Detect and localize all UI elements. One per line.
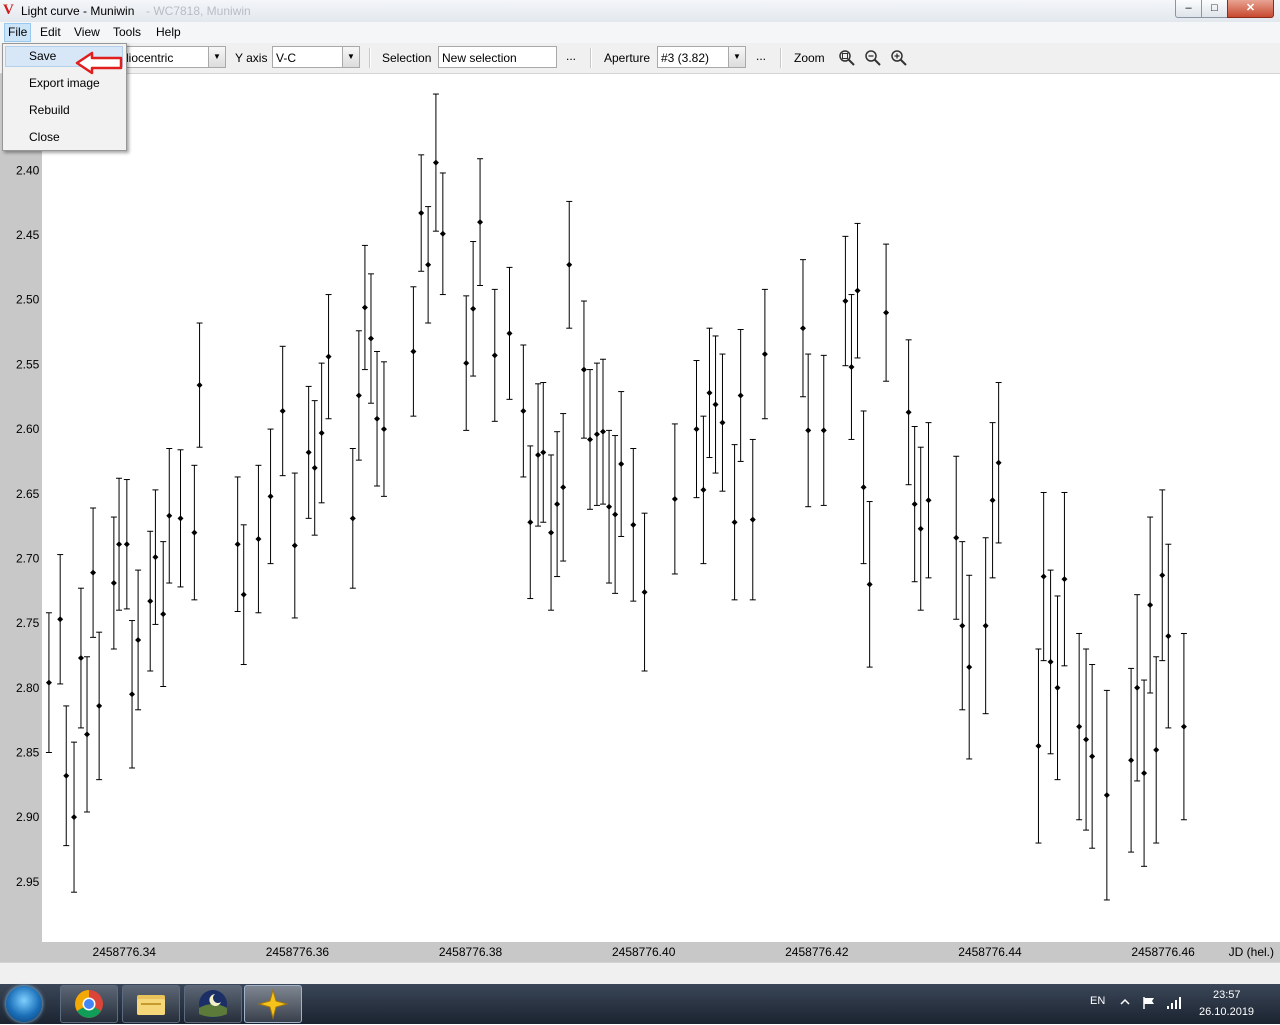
menu-file[interactable]: File [4, 23, 32, 42]
aperture-select[interactable]: #3 (3.82) ▼ [657, 46, 746, 68]
taskbar: EN 23:57 26.10.2019 [0, 984, 1280, 1024]
menu-item-save[interactable]: Save [29, 49, 56, 63]
status-bar [0, 962, 1280, 985]
chevron-down-icon[interactable]: ▼ [728, 47, 745, 67]
stellarium-icon [199, 990, 227, 1018]
x-tick-label: 2458776.36 [266, 945, 330, 959]
window-title: Light curve - Muniwin [21, 4, 135, 18]
network-signal-icon[interactable] [1166, 996, 1182, 1010]
stellarium-taskbar-button[interactable] [184, 985, 242, 1023]
toolbar: liocentric ▼ Y axis V-C ▼ Selection New … [0, 43, 1280, 74]
y-tick-label: 2.40 [16, 163, 40, 177]
menu-help[interactable]: Help [156, 25, 181, 39]
explorer-icon [137, 995, 165, 1015]
x-tick-label: 2458776.44 [958, 945, 1022, 959]
menu-view[interactable]: View [74, 25, 100, 39]
menu-item-close[interactable]: Close [29, 130, 60, 144]
chevron-down-icon[interactable]: ▼ [342, 47, 359, 67]
close-window-button[interactable]: ✕ [1227, 0, 1274, 18]
toolbar-separator [369, 48, 371, 68]
x-axis-title: JD (hel.) [1229, 945, 1274, 959]
minimize-button[interactable]: ‒ [1175, 0, 1202, 18]
menu-item-export-image[interactable]: Export image [29, 76, 100, 90]
title-bar[interactable]: V Light curve - Muniwin - WC7818, Muniwi… [0, 0, 1280, 23]
aperture-more-button[interactable]: ... [756, 49, 766, 63]
x-tick-label: 2458776.42 [785, 945, 849, 959]
aperture-label: Aperture [604, 51, 651, 65]
chrome-taskbar-button[interactable] [60, 985, 118, 1023]
menu-edit[interactable]: Edit [40, 25, 61, 39]
y-tick-label: 2.45 [16, 228, 40, 242]
y-tick-label: 2.55 [16, 357, 40, 371]
action-center-flag-icon[interactable] [1142, 996, 1156, 1010]
zoom-out-icon[interactable] [864, 49, 882, 67]
x-axis-value: liocentric [126, 51, 174, 65]
toolbar-separator [780, 48, 782, 68]
y-tick-label: 2.95 [16, 875, 40, 889]
x-tick-label: 2458776.38 [439, 945, 503, 959]
y-axis-band [0, 74, 42, 962]
plot-background [42, 74, 1280, 942]
y-tick-label: 2.90 [16, 810, 40, 824]
clock-time[interactable]: 23:57 [1213, 989, 1241, 1001]
zoom-label: Zoom [794, 51, 825, 65]
x-tick-label: 2458776.40 [612, 945, 676, 959]
annotation-arrow-icon [75, 51, 123, 75]
language-indicator[interactable]: EN [1090, 995, 1105, 1007]
muniwin-logo-icon: V [3, 2, 14, 18]
chrome-icon [75, 990, 103, 1018]
y-tick-label: 2.85 [16, 745, 40, 759]
x-tick-label: 2458776.46 [1131, 945, 1195, 959]
aperture-value: #3 (3.82) [661, 51, 710, 65]
y-tick-label: 2.70 [16, 551, 40, 565]
y-tick-label: 2.65 [16, 487, 40, 501]
menu-tools[interactable]: Tools [113, 25, 141, 39]
light-curve-chart[interactable]: 2.40 2.45 2.50 2.55 2.60 2.65 2.70 2.75 2.80 2.85… [0, 74, 1280, 962]
menu-bar: File Edit View Tools Help [0, 22, 1280, 44]
zoom-fit-icon[interactable] [838, 49, 856, 67]
start-orb-icon[interactable] [6, 986, 42, 1022]
maximize-button[interactable]: □ [1201, 0, 1228, 18]
selection-value: New selection [442, 51, 517, 65]
y-tick-label: 2.75 [16, 616, 40, 630]
selection-more-button[interactable]: ... [566, 49, 576, 63]
tray-expand-icon[interactable] [1120, 997, 1130, 1007]
y-axis-value: V-C [276, 51, 297, 65]
x-tick-label: 2458776.34 [93, 945, 157, 959]
y-axis-label: Y axis [235, 51, 268, 65]
selection-field[interactable]: New selection [438, 46, 557, 68]
y-tick-label: 2.60 [16, 422, 40, 436]
muniwin-icon [257, 988, 289, 1020]
light-curve-plot[interactable]: 2.40 2.45 2.50 2.55 2.60 2.65 2.70 2.75 2.80 2.85… [0, 74, 1280, 962]
explorer-taskbar-button[interactable] [122, 985, 180, 1023]
muniwin-taskbar-button[interactable] [244, 985, 302, 1023]
clock-date[interactable]: 26.10.2019 [1199, 1006, 1254, 1018]
y-axis-select[interactable]: V-C ▼ [272, 46, 360, 68]
y-tick-label: 2.80 [16, 681, 40, 695]
x-axis-select[interactable]: liocentric ▼ [122, 46, 226, 68]
zoom-in-icon[interactable] [890, 49, 908, 67]
chevron-down-icon[interactable]: ▼ [208, 47, 225, 67]
toolbar-separator [590, 48, 592, 68]
window-title-suffix: - WC7818, Muniwin [146, 4, 251, 18]
selection-label: Selection [382, 51, 432, 65]
y-tick-label: 2.50 [16, 293, 40, 307]
menu-item-rebuild[interactable]: Rebuild [29, 103, 70, 117]
